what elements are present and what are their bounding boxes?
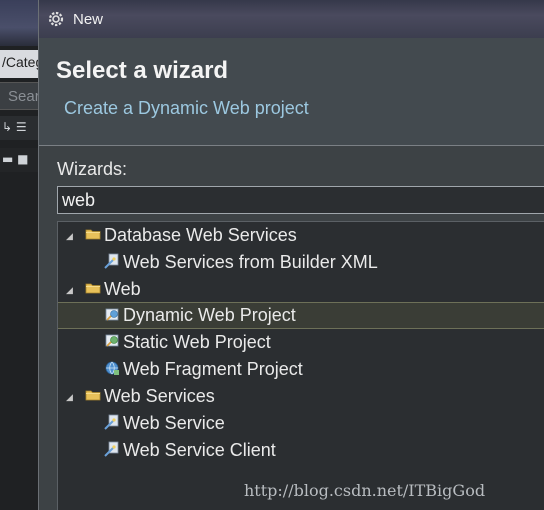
page-title: Select a wizard <box>56 57 229 84</box>
folder-icon <box>85 283 101 294</box>
tree-item-web-fragment-project[interactable]: Web Fragment Project <box>58 356 544 383</box>
tree-item-label: Web Fragment Project <box>123 359 303 379</box>
page-description: Create a Dynamic Web project <box>64 98 309 118</box>
tree-item-label: Web Services <box>104 386 215 406</box>
tree-category-web[interactable]: ◢ Web <box>58 276 544 303</box>
tree-item-label: Database Web Services <box>104 225 297 245</box>
web-project-icon <box>105 308 119 321</box>
expanded-twisty-icon[interactable]: ◢ <box>66 231 76 241</box>
tree-item-web-service-client[interactable]: Web Service Client <box>58 437 544 464</box>
tree-category-database-web-services[interactable]: ◢ Database Web Services <box>58 222 544 249</box>
web-service-wizard-icon <box>104 441 119 457</box>
new-wizard-dialog: New Select a wizard Create a Dynamic Web… <box>38 0 544 510</box>
watermark-url: http://blog.csdn.net/ITBigGod <box>244 481 486 500</box>
tree-category-web-services[interactable]: ◢ Web Services <box>58 383 544 410</box>
tree-item-label: Static Web Project <box>123 332 271 352</box>
tree-item-web-services-builder-xml[interactable]: Web Services from Builder XML <box>58 249 544 276</box>
gear-icon <box>48 11 64 27</box>
web-service-wizard-icon <box>104 414 119 430</box>
tree-item-label: Web <box>104 279 141 299</box>
wizards-label: Wizards: <box>57 159 128 179</box>
dialog-title: New <box>73 10 104 28</box>
globe-project-icon <box>105 361 119 375</box>
expanded-twisty-icon[interactable]: ◢ <box>66 285 76 295</box>
dialog-titlebar[interactable]: New <box>39 0 544 38</box>
wizard-filter-input[interactable] <box>57 186 544 214</box>
folder-icon <box>85 229 101 240</box>
tree-item-web-service[interactable]: Web Service <box>58 410 544 437</box>
tree-item-dynamic-web-project[interactable]: Dynamic Web Project <box>58 302 544 329</box>
web-project-icon <box>105 334 119 347</box>
folder-icon <box>85 390 101 401</box>
tree-item-label: Web Service Client <box>123 440 276 460</box>
tree-item-label: Web Services from Builder XML <box>123 252 378 272</box>
wizard-tree[interactable]: ◢ Database Web Services Web Services fro… <box>57 221 544 510</box>
expanded-twisty-icon[interactable]: ◢ <box>66 392 76 402</box>
tree-item-label: Web Service <box>123 413 225 433</box>
tree-item-label: Dynamic Web Project <box>123 305 296 325</box>
tree-item-static-web-project[interactable]: Static Web Project <box>58 329 544 356</box>
wizard-header: Select a wizard Create a Dynamic Web pro… <box>39 38 544 146</box>
web-service-wizard-icon <box>104 253 119 269</box>
